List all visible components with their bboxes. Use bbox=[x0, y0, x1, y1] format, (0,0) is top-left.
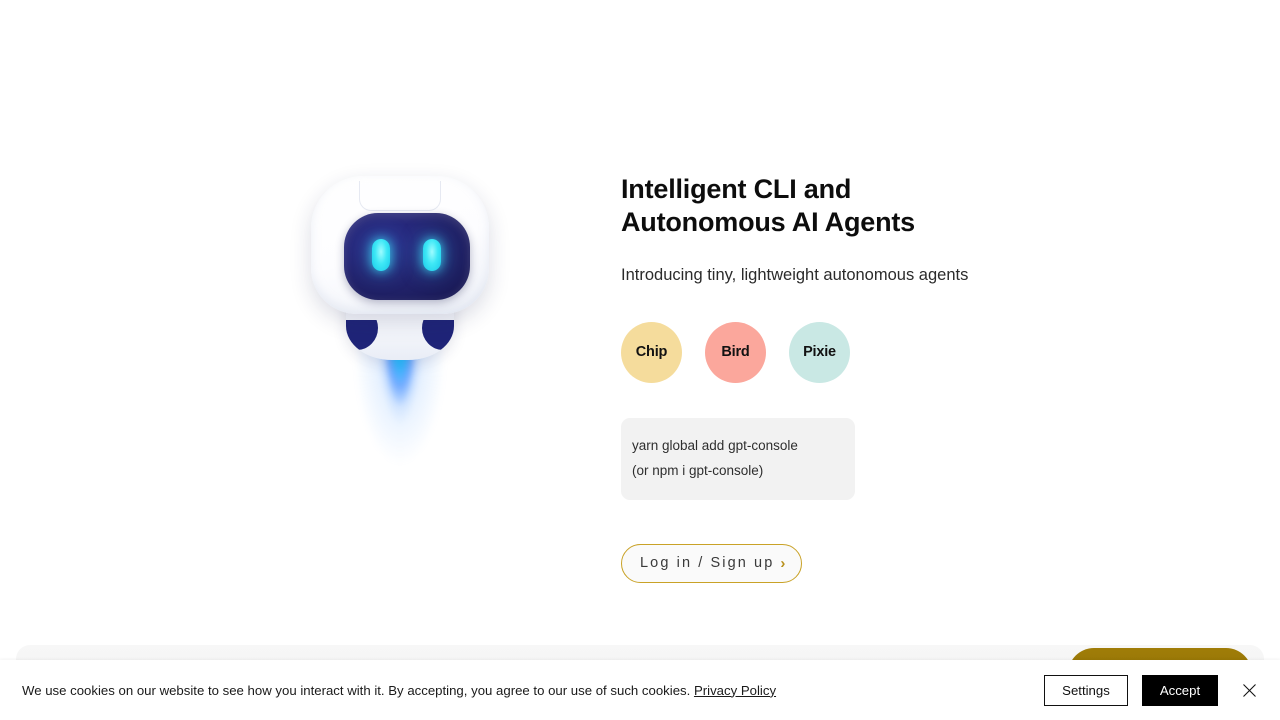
login-signup-button[interactable]: Log in / Sign up › bbox=[621, 543, 803, 583]
robot-mascot-illustration bbox=[300, 160, 500, 505]
hero-copy: Intelligent CLI and Autonomous AI Agents… bbox=[621, 173, 1141, 583]
login-signup-label: Log in / Sign up bbox=[640, 555, 775, 572]
robot-head bbox=[311, 176, 489, 314]
close-icon bbox=[1242, 683, 1256, 697]
robot-visor bbox=[344, 213, 470, 300]
cookie-settings-button[interactable]: Settings bbox=[1044, 674, 1128, 706]
agent-badge-chip[interactable]: Chip bbox=[621, 321, 682, 383]
install-command-alternate: (or npm i gpt-console) bbox=[632, 462, 764, 478]
cookie-message: We use cookies on our website to see how… bbox=[22, 683, 776, 698]
robot-head-panel bbox=[359, 181, 441, 211]
robot-eye-right bbox=[423, 239, 441, 271]
agent-badge-bird[interactable]: Bird bbox=[705, 321, 766, 383]
hero-subtitle: Introducing tiny, lightweight autonomous… bbox=[621, 265, 969, 284]
cookie-consent-banner: We use cookies on our website to see how… bbox=[0, 660, 1280, 720]
install-command-block[interactable]: yarn global add gpt-console (or npm i gp… bbox=[621, 417, 855, 500]
page-root: Intelligent CLI and Autonomous AI Agents… bbox=[0, 0, 1280, 720]
chevron-right-icon: › bbox=[780, 554, 786, 572]
privacy-policy-link[interactable]: Privacy Policy bbox=[694, 683, 776, 698]
robot-eye-left bbox=[372, 239, 390, 271]
cookie-message-text: We use cookies on our website to see how… bbox=[22, 682, 691, 698]
agent-badge-pixie[interactable]: Pixie bbox=[789, 321, 850, 383]
cookie-actions: Settings Accept bbox=[1044, 674, 1262, 706]
cookie-close-button[interactable] bbox=[1236, 677, 1262, 703]
agent-badge-list: Chip Bird Pixie bbox=[621, 321, 1141, 383]
page-title: Intelligent CLI and Autonomous AI Agents bbox=[621, 174, 915, 237]
hero-section: Intelligent CLI and Autonomous AI Agents… bbox=[0, 0, 1280, 645]
install-command-primary: yarn global add gpt-console bbox=[632, 437, 798, 453]
cookie-accept-button[interactable]: Accept bbox=[1142, 674, 1218, 706]
